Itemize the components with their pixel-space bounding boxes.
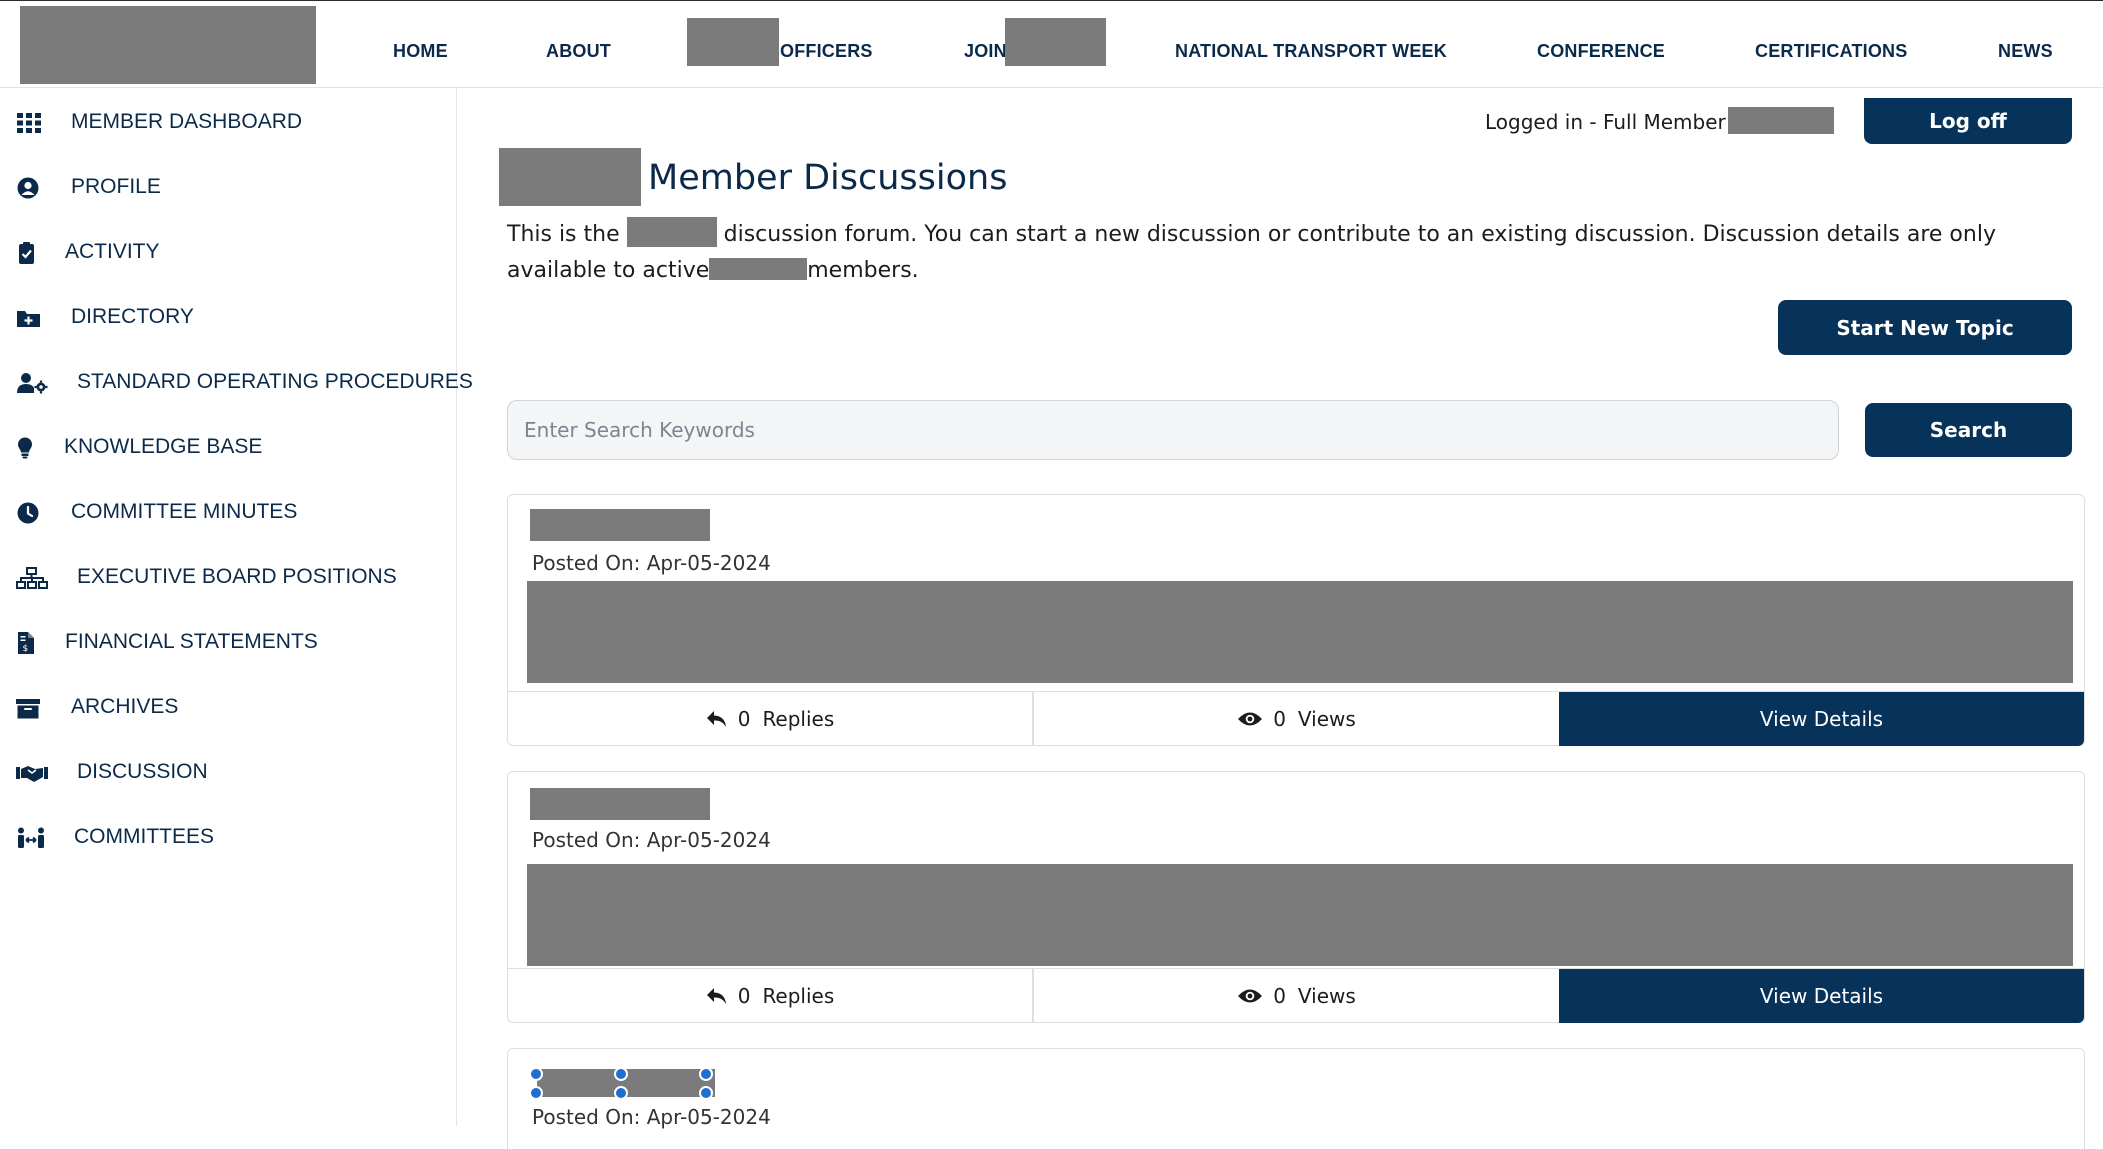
view-count: 0 Views [1034, 692, 1559, 746]
sidebar: MEMBER DASHBOARD PROFILE ACTIVITY DIRECT… [0, 88, 473, 1126]
sidebar-item-label: STANDARD OPERATING PROCEDURES [77, 370, 473, 393]
nav-redacted-suffix [1005, 18, 1106, 66]
grid-icon [17, 113, 41, 133]
reply-count-value: 0 [737, 707, 751, 731]
handshake-icon [16, 766, 48, 782]
logged-in-status: Logged in - Full Member : [1485, 110, 1739, 134]
sitemap-icon [16, 567, 48, 589]
sidebar-item-label: COMMITTEE MINUTES [71, 500, 298, 523]
eye-icon [1238, 989, 1263, 1003]
search-button[interactable]: Search [1865, 403, 2072, 457]
sidebar-item-label: ARCHIVES [71, 695, 179, 718]
clock-icon [17, 502, 39, 524]
search-input[interactable] [507, 400, 1839, 460]
member-name-redacted [1728, 107, 1834, 134]
org-name-redacted [499, 148, 641, 206]
sidebar-item-label: FINANCIAL STATEMENTS [65, 630, 318, 653]
sidebar-item-label: ACTIVITY [65, 240, 160, 263]
nav-national-transport-week[interactable]: NATIONAL TRANSPORT WEEK [1175, 41, 1447, 62]
post-date: Posted On: Apr-05-2024 [532, 1105, 771, 1129]
people-arrows-icon [18, 827, 44, 848]
discussion-card: Posted On: Apr-05-2024 0 Replies 0 Views… [507, 494, 2085, 746]
reply-icon [706, 988, 726, 1004]
sidebar-item-label: DISCUSSION [77, 760, 208, 783]
lightbulb-icon [18, 437, 32, 459]
eye-icon [1238, 712, 1263, 726]
logoff-button[interactable]: Log off [1864, 98, 2072, 144]
user-circle-icon [17, 177, 39, 199]
intro-text-part: This is the [507, 222, 620, 247]
org-name-redacted [709, 258, 808, 280]
sidebar-item-label: KNOWLEDGE BASE [64, 435, 263, 458]
selection-handle[interactable] [614, 1067, 628, 1081]
page-title: Member Discussions [648, 158, 1008, 198]
view-count-value: 0 [1273, 984, 1286, 1008]
selection-handle[interactable] [529, 1067, 543, 1081]
sidebar-item-label: MEMBER DASHBOARD [71, 110, 303, 133]
sidebar-item-label: EXECUTIVE BOARD POSITIONS [77, 565, 397, 588]
sidebar-item-label: COMMITTEES [74, 825, 214, 848]
view-count-value: 0 [1273, 707, 1286, 731]
post-date: Posted On: Apr-05-2024 [532, 828, 771, 852]
nav-officers[interactable]: OFFICERS [780, 41, 873, 62]
post-excerpt-redacted [527, 581, 2073, 683]
nav-home[interactable]: HOME [393, 41, 448, 62]
post-stats-bar: 0 Replies 0 Views View Details [508, 968, 2084, 1023]
selection-handle[interactable] [614, 1086, 628, 1100]
view-count-label: Views [1297, 984, 1356, 1008]
site-logo[interactable] [20, 6, 316, 84]
reply-count: 0 Replies [508, 969, 1032, 1023]
intro-text-part: members. [807, 258, 919, 283]
reply-count-label: Replies [762, 707, 835, 731]
archive-box-icon [16, 699, 40, 719]
clipboard-check-icon [19, 242, 34, 264]
post-excerpt-redacted [527, 864, 2073, 966]
post-date: Posted On: Apr-05-2024 [532, 551, 771, 575]
view-count-label: Views [1297, 707, 1356, 731]
nav-news[interactable]: NEWS [1998, 41, 2053, 62]
selection-handle[interactable] [699, 1086, 713, 1100]
nav-about[interactable]: ABOUT [546, 41, 611, 62]
view-details-button[interactable]: View Details [1559, 692, 2084, 746]
org-name-redacted [626, 217, 717, 247]
site-header: HOME ABOUT OFFICERS JOIN NATIONAL TRANSP… [0, 1, 2103, 88]
intro-text: This is the discussion forum. You can st… [507, 217, 2067, 289]
post-title-redacted[interactable] [530, 788, 710, 820]
sidebar-item-label: PROFILE [71, 175, 161, 198]
reply-count-value: 0 [737, 984, 751, 1008]
selection-handle[interactable] [529, 1086, 543, 1100]
view-count: 0 Views [1034, 969, 1559, 1023]
invoice-dollar-icon: $ [18, 632, 34, 654]
nav-join[interactable]: JOIN [964, 41, 1007, 62]
post-stats-bar: 0 Replies 0 Views View Details [508, 691, 2084, 746]
start-new-topic-button[interactable]: Start New Topic [1778, 300, 2072, 355]
user-gear-icon [17, 373, 48, 394]
discussion-card: Posted On: Apr-05-2024 0 Replies 0 Views… [507, 771, 2085, 1023]
selection-handle[interactable] [699, 1067, 713, 1081]
reply-count-label: Replies [762, 984, 835, 1008]
nav-conference[interactable]: CONFERENCE [1537, 41, 1665, 62]
svg-text:$: $ [23, 644, 29, 654]
folder-plus-icon [17, 311, 40, 327]
nav-certifications[interactable]: CERTIFICATIONS [1755, 41, 1907, 62]
sidebar-item-label: DIRECTORY [71, 305, 194, 328]
reply-icon [706, 711, 726, 727]
view-details-button[interactable]: View Details [1559, 969, 2084, 1023]
reply-count: 0 Replies [508, 692, 1032, 746]
post-title-redacted[interactable] [530, 509, 710, 541]
discussion-card: Posted On: Apr-05-2024 [507, 1048, 2085, 1149]
nav-redacted-prefix [687, 18, 779, 66]
